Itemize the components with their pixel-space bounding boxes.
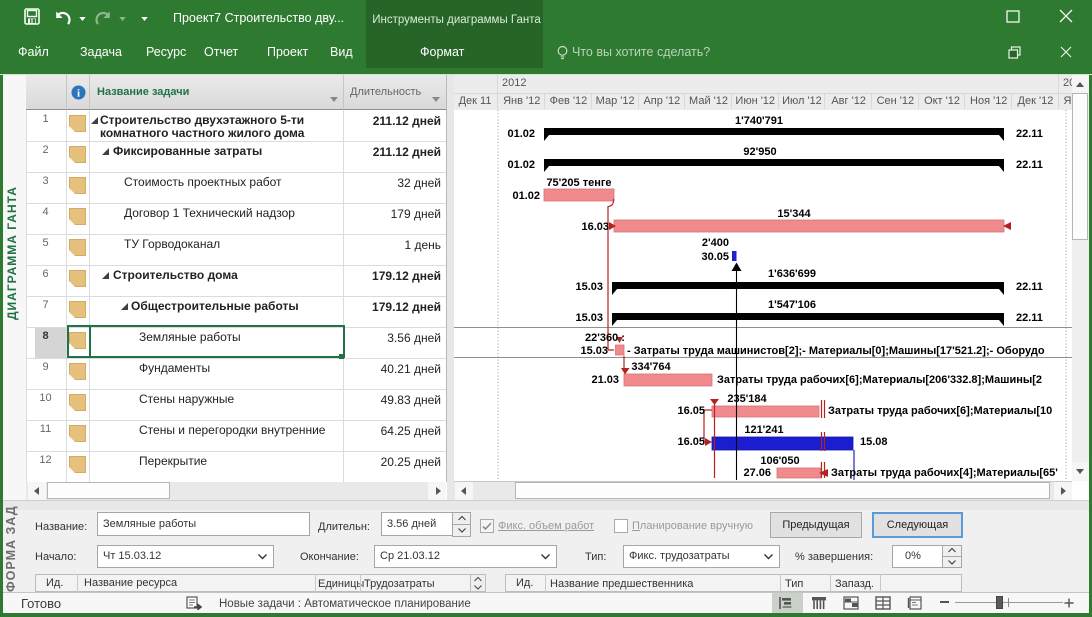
- svg-text:22.11: 22.11: [1016, 159, 1043, 171]
- svg-text:22'360 :: 22'360 :: [585, 332, 625, 344]
- svg-text:1'740'791: 1'740'791: [735, 115, 783, 127]
- svg-text:22.11: 22.11: [1016, 312, 1043, 324]
- svg-text:1'547'106: 1'547'106: [768, 299, 816, 311]
- svg-text:2'400: 2'400: [702, 237, 729, 249]
- svg-text:75'205 тенге: 75'205 тенге: [546, 177, 611, 189]
- svg-text:Затраты труда рабочих[6];Матер: Затраты труда рабочих[6];Материалы[10: [828, 405, 1052, 417]
- svg-text:334'764: 334'764: [631, 361, 671, 373]
- svg-text:22.11: 22.11: [1016, 281, 1043, 293]
- svg-text:1'636'699: 1'636'699: [768, 268, 816, 280]
- svg-text:121'241: 121'241: [744, 424, 783, 436]
- svg-text:01.02: 01.02: [507, 128, 535, 140]
- svg-text:i: i: [77, 88, 80, 100]
- svg-text:16.05: 16.05: [677, 405, 705, 417]
- svg-text:- Затраты труда машинистов[2];: - Затраты труда машинистов[2];- Материал…: [627, 345, 1045, 357]
- svg-text:15.08: 15.08: [860, 436, 888, 448]
- svg-text:16.05: 16.05: [677, 436, 705, 448]
- svg-text:21.03: 21.03: [591, 374, 619, 386]
- svg-text:15.03: 15.03: [580, 345, 608, 357]
- svg-text:Затраты труда рабочих[6];Матер: Затраты труда рабочих[6];Материалы[206'3…: [717, 374, 1042, 386]
- svg-text:106'050: 106'050: [760, 455, 799, 467]
- svg-text:235'184: 235'184: [727, 393, 767, 405]
- svg-text:27.06: 27.06: [743, 467, 771, 479]
- svg-text:30.05: 30.05: [701, 251, 729, 263]
- svg-text:16.03: 16.03: [581, 221, 609, 233]
- svg-text:15'344: 15'344: [777, 208, 811, 220]
- svg-text:01.02: 01.02: [512, 190, 540, 202]
- svg-text:15.03: 15.03: [575, 312, 603, 324]
- svg-text:Затраты труда рабочих[4];Матер: Затраты труда рабочих[4];Материалы[65': [831, 467, 1058, 479]
- svg-text:22.11: 22.11: [1016, 128, 1043, 140]
- svg-text:92'950: 92'950: [743, 146, 776, 158]
- svg-text:01.02: 01.02: [507, 159, 535, 171]
- svg-text:15.03: 15.03: [575, 281, 603, 293]
